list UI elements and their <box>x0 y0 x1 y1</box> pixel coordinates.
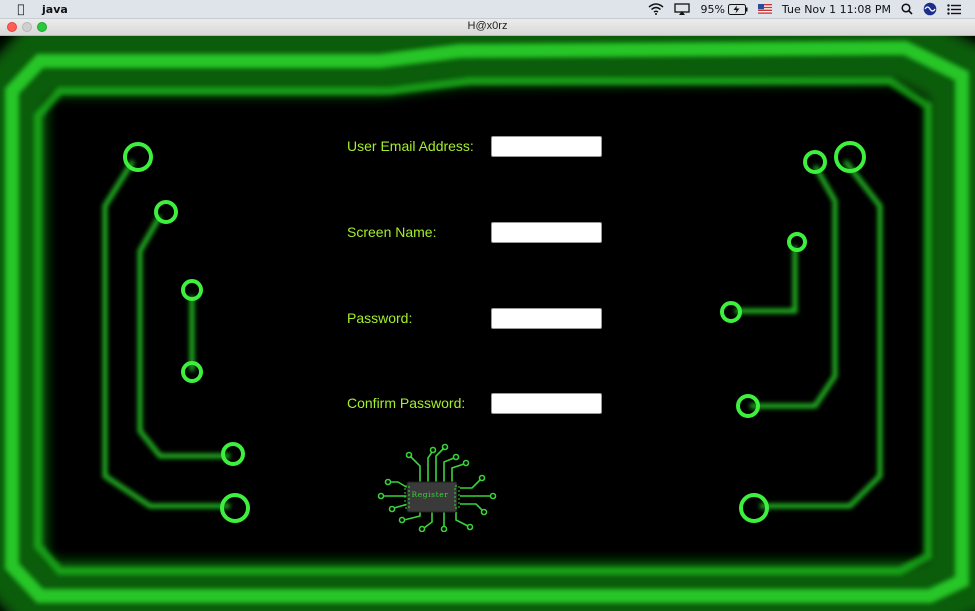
screen-name-label: Screen Name: <box>347 224 437 240</box>
us-flag-icon[interactable] <box>757 2 772 16</box>
password-input[interactable] <box>491 308 602 329</box>
battery-status[interactable]: 95% <box>700 2 748 16</box>
notification-center-icon[interactable] <box>947 2 961 16</box>
wifi-icon[interactable] <box>648 2 664 16</box>
spotlight-search-icon[interactable] <box>901 2 913 16</box>
screen-name-input[interactable] <box>491 222 602 243</box>
confirm-password-input[interactable] <box>491 393 602 414</box>
menu-bar:  java 95% Tue Nov 1 11:08 PM <box>0 0 975 19</box>
register-button[interactable]: Register <box>407 486 453 504</box>
siri-icon[interactable] <box>923 2 937 16</box>
window-title: H@x0rz <box>467 20 508 32</box>
confirm-password-label: Confirm Password: <box>347 395 466 411</box>
menubar-clock[interactable]: Tue Nov 1 11:08 PM <box>782 3 891 16</box>
password-label: Password: <box>347 310 413 326</box>
email-label: User Email Address: <box>347 138 474 154</box>
battery-percent: 95% <box>700 2 725 16</box>
app-menu-java[interactable]: java <box>42 3 68 16</box>
status-area: 95% Tue Nov 1 11:08 PM <box>648 2 961 16</box>
email-input[interactable] <box>491 136 602 157</box>
registration-panel: User Email Address: Screen Name: Passwor… <box>0 36 975 611</box>
airplay-icon[interactable] <box>674 2 691 16</box>
apple-logo-icon[interactable]:  <box>14 2 28 16</box>
register-chip-icon[interactable] <box>372 436 506 532</box>
window-title-bar[interactable]: H@x0rz <box>0 19 975 36</box>
battery-charging-icon <box>727 3 748 15</box>
